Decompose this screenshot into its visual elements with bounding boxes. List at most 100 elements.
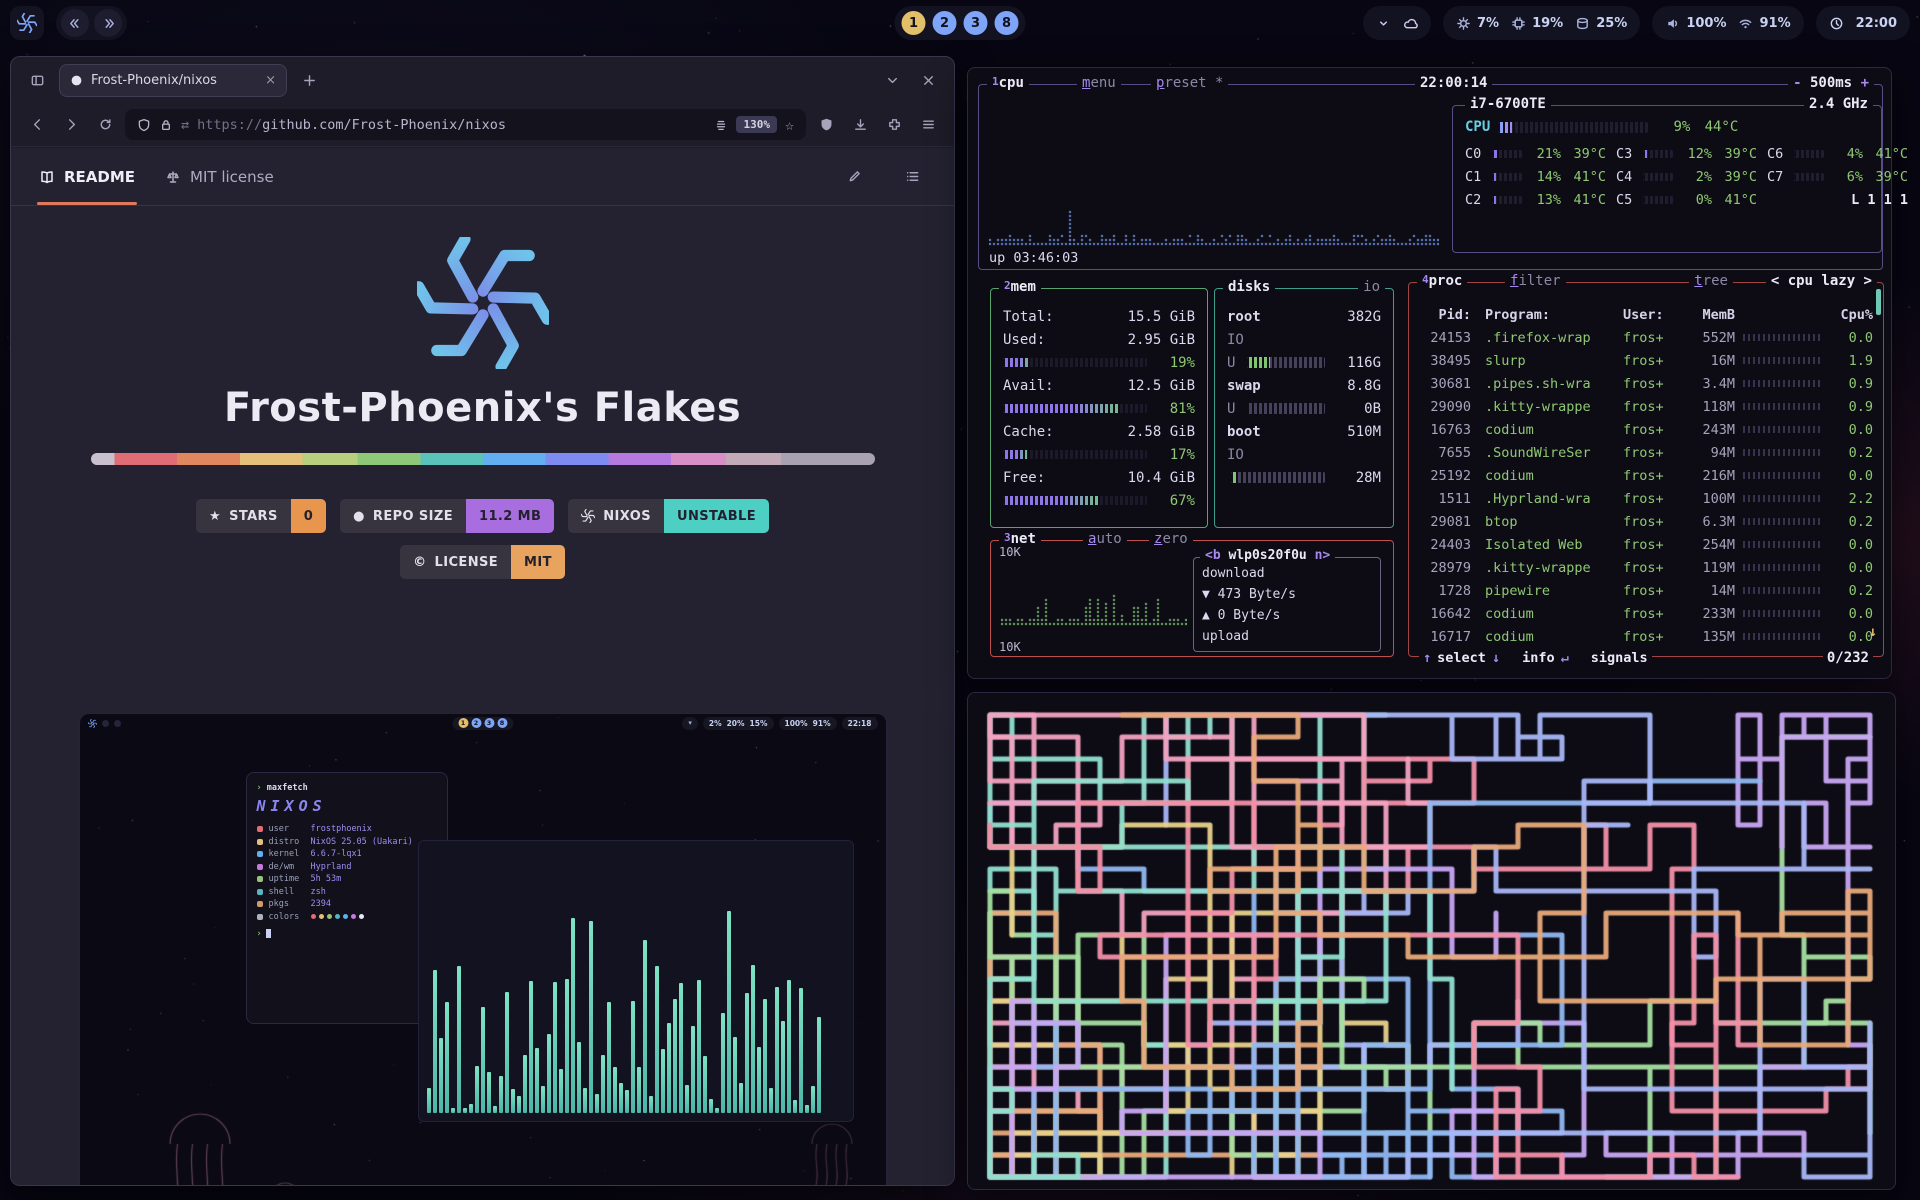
process-row[interactable]: 24403Isolated Webfros+254M0.0 — [1409, 533, 1883, 556]
system-stats-widget[interactable]: 7% 19% 25% — [1443, 6, 1640, 40]
chevron-down-icon — [885, 73, 900, 88]
clock-widget[interactable]: 22:00 — [1816, 6, 1910, 40]
mem-meter-row: 19% — [1003, 351, 1195, 374]
media-next-button[interactable] — [94, 9, 122, 37]
edit-readme-button[interactable] — [840, 163, 868, 191]
fetch-row: kernel6.6.7-lqx1 — [257, 848, 437, 861]
btop-terminal-window[interactable]: 1cpu menu preset * 22:00:14 - 500ms + up… — [967, 67, 1892, 679]
process-row[interactable]: 16642codiumfros+233M0.0 — [1409, 602, 1883, 625]
extensions-button[interactable] — [880, 111, 908, 139]
workspace-button-2[interactable]: 2 — [933, 11, 957, 35]
hamburger-menu-icon — [921, 117, 936, 132]
browser-tab[interactable]: Frost-Phoenix/nixos × — [59, 64, 287, 97]
back-icon — [30, 117, 45, 132]
process-row[interactable]: 7655.SoundWireSerfros+94M0.2 — [1409, 441, 1883, 464]
process-row[interactable]: 1511.Hyprland-wrafros+100M2.2 — [1409, 487, 1883, 510]
update-interval-control[interactable]: - 500ms + — [1788, 75, 1874, 93]
net-zero-toggle[interactable]: zero — [1149, 531, 1193, 549]
menu-button[interactable]: menu — [1077, 75, 1121, 93]
outline-button[interactable] — [898, 163, 926, 191]
preset-button[interactable]: preset * — [1151, 75, 1228, 93]
zoom-level-badge[interactable]: 130% — [736, 116, 777, 133]
proc-rows: 24153.firefox-wrapfros+552M0.038495slurp… — [1409, 326, 1883, 648]
tab-strip: Frost-Phoenix/nixos × — [11, 57, 954, 103]
proc-tree-toggle[interactable]: tree — [1689, 273, 1733, 291]
badge-repo-size[interactable]: ●REPO SIZE11.2 MB — [340, 499, 554, 533]
mini-stats: 2%20%15% — [703, 717, 774, 730]
wifi-stat: 91% — [1738, 16, 1790, 31]
mem-row: Avail:12.5 GiB — [1003, 374, 1195, 397]
mem-row: Total:15.5 GiB — [1003, 305, 1195, 328]
core-C7: C76%39°C — [1767, 165, 1908, 188]
new-tab-button[interactable] — [295, 66, 323, 94]
process-row[interactable]: 29090.kitty-wrappefros+118M0.9 — [1409, 395, 1883, 418]
downloads-button[interactable] — [846, 111, 874, 139]
forward-button[interactable] — [57, 111, 85, 139]
core-C2: C213%41°C — [1465, 188, 1606, 211]
badge-stars[interactable]: ★STARS0 — [196, 499, 326, 533]
media-prev-button[interactable] — [61, 9, 89, 37]
cpu-model: i7-6700TE — [1465, 96, 1551, 114]
fetch-rows: userfrostphoenixdistroNixOS 25.05 (Uakar… — [257, 823, 437, 923]
workspaces: 1238 — [895, 6, 1026, 40]
process-row[interactable]: 38495slurpfros+16M1.9 — [1409, 349, 1883, 372]
ublock-button[interactable] — [812, 111, 840, 139]
process-row[interactable]: 24153.firefox-wrapfros+552M0.0 — [1409, 326, 1883, 349]
core-C4: C42%39°C — [1616, 165, 1757, 188]
mem-rows: Total:15.5 GiBUsed:2.95 GiB19%Avail:12.5… — [991, 289, 1207, 512]
process-row[interactable]: 25192codiumfros+216M0.0 — [1409, 464, 1883, 487]
lock-icon — [159, 118, 173, 132]
disk-name-row: boot510M — [1227, 420, 1381, 443]
process-row[interactable]: 16763codiumfros+243M0.0 — [1409, 418, 1883, 441]
screenshot-status-bar: 1238 ▾ 2%20%15% 100%91% 22:18 — [80, 714, 886, 732]
process-row[interactable]: 29081btopfros+6.3M0.2 — [1409, 510, 1883, 533]
nixos-launcher-button[interactable] — [10, 6, 44, 40]
tab-close-button[interactable]: × — [265, 73, 276, 88]
workspace-button-8[interactable]: 8 — [995, 11, 1019, 35]
proc-sort-control[interactable]: < cpu lazy > — [1766, 273, 1877, 291]
tab-mit-license[interactable]: MIT license — [165, 148, 274, 205]
proc-filter-button[interactable]: filter — [1505, 273, 1566, 291]
proc-scroll-down-icon[interactable]: ↓ — [1869, 624, 1877, 640]
weather-widget[interactable] — [1363, 6, 1431, 40]
app-menu-button[interactable] — [914, 111, 942, 139]
back-button[interactable] — [23, 111, 51, 139]
browser-window[interactable]: Frost-Phoenix/nixos × ⇄ https://github.c… — [10, 56, 955, 1186]
process-count: 0/232 — [1823, 650, 1873, 666]
tab-list-button[interactable] — [878, 66, 906, 94]
kernel-icon — [257, 851, 263, 857]
url-bar[interactable]: ⇄ https://github.com/Frost-Phoenix/nixos… — [125, 109, 806, 140]
volume-stat-value: 100% — [1686, 16, 1726, 31]
caret-down-icon — [1376, 16, 1391, 31]
process-row[interactable]: 16717codiumfros+135M0.0 — [1409, 625, 1883, 648]
url-text: https://github.com/Frost-Phoenix/nixos — [197, 117, 506, 133]
disk-io-row: IO — [1227, 328, 1381, 351]
readme-body: Frost-Phoenix's Flakes ★STARS0 ●REPO SIZE… — [11, 207, 954, 1185]
disks-io-toggle[interactable]: io — [1358, 279, 1385, 297]
badge-nixos[interactable]: NIXOSUNSTABLE — [568, 499, 769, 533]
page-title: Frost-Phoenix's Flakes — [224, 385, 741, 431]
workspace-button-3[interactable]: 3 — [964, 11, 988, 35]
btop-mem-box: 2mem Total:15.5 GiBUsed:2.95 GiB19%Avail… — [990, 288, 1208, 528]
proc-scrollbar[interactable] — [1876, 289, 1881, 315]
process-row[interactable]: 1728pipewirefros+14M0.2 — [1409, 579, 1883, 602]
shell-icon — [257, 889, 263, 895]
reader-view-icon[interactable] — [714, 118, 728, 132]
badge-license[interactable]: ©LICENSEMIT — [400, 545, 565, 579]
badge-value: 0 — [291, 499, 326, 533]
reload-button[interactable] — [91, 111, 119, 139]
mini-stat: 15% — [750, 719, 768, 728]
mini-workspace-3: 3 — [484, 718, 494, 728]
window-close-button[interactable] — [914, 66, 942, 94]
net-auto-toggle[interactable]: auto — [1083, 531, 1127, 549]
memory-stat: 19% — [1511, 16, 1563, 31]
bookmark-star-icon[interactable]: ☆ — [785, 116, 794, 134]
process-row[interactable]: 28979.kitty-wrappefros+119M0.0 — [1409, 556, 1883, 579]
audio-network-widget[interactable]: 100% 91% — [1652, 6, 1803, 40]
sidebar-toggle-button[interactable] — [23, 66, 51, 94]
workspace-button-1[interactable]: 1 — [902, 11, 926, 35]
process-row[interactable]: 30681.pipes.sh-wrafros+3.4M0.9 — [1409, 372, 1883, 395]
tab-readme[interactable]: README — [39, 148, 135, 205]
proc-footer-keys[interactable]: ↑select↓ info↵ signals — [1419, 650, 1652, 666]
pipes-terminal-window[interactable] — [967, 692, 1896, 1190]
